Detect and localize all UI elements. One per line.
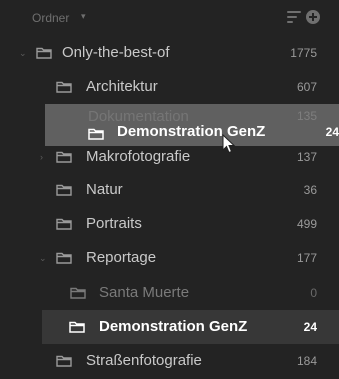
- folder-icon: [56, 355, 72, 367]
- folder-icon: [56, 184, 72, 196]
- tree-row-count: 36: [303, 183, 317, 197]
- tree-row-count: 499: [296, 217, 317, 231]
- drag-ghost-count: 24: [325, 125, 339, 139]
- sort-icon[interactable]: [287, 11, 301, 23]
- tree-row-label: Makrofotografie: [86, 148, 191, 165]
- folder-panel: Ordner ▾ ⌄ Only-the-best-of 1775 Archite…: [0, 0, 339, 379]
- tree-row-count: 177: [296, 251, 317, 265]
- tree-row-natur[interactable]: Natur 36: [0, 173, 339, 207]
- tree-row-label: Natur: [86, 181, 123, 198]
- folder-icon: [56, 218, 72, 230]
- tree-row-label: Demonstration GenZ: [99, 318, 248, 335]
- panel-title[interactable]: Ordner: [32, 11, 69, 25]
- folder-icon: [56, 151, 72, 163]
- chevron-down-icon[interactable]: ▾: [81, 11, 86, 22]
- tree-row-demonstration-genz[interactable]: Demonstration GenZ 24: [42, 310, 339, 344]
- tree-row-count: 184: [296, 354, 317, 368]
- drag-ghost-demonstration-genz[interactable]: Demonstration GenZ 24: [70, 118, 339, 148]
- tree-row-strassenfotografie[interactable]: Straßenfotografie 184: [0, 344, 339, 378]
- tree-row-count: 607: [296, 80, 317, 94]
- tree-row-count: 0: [310, 286, 317, 300]
- chevron-down-icon[interactable]: ⌄: [39, 253, 47, 264]
- tree-row-count: 24: [303, 320, 317, 334]
- panel-header: Ordner ▾: [0, 0, 339, 36]
- tree-row-architektur[interactable]: Architektur 607: [0, 70, 339, 104]
- tree-row-count: 1775: [290, 46, 317, 60]
- tree-row-santa-muerte[interactable]: Santa Muerte 0: [0, 276, 339, 310]
- tree-row-label: Reportage: [86, 249, 157, 266]
- tree-row-label: Architektur: [86, 78, 158, 95]
- folder-icon: [56, 81, 72, 93]
- chevron-right-icon[interactable]: ›: [40, 152, 43, 162]
- tree-row-reportage[interactable]: ⌄ Reportage 177: [0, 241, 339, 275]
- drag-ghost-label: Demonstration GenZ: [117, 123, 266, 140]
- add-folder-icon[interactable]: [306, 10, 320, 24]
- tree-row-count: 137: [296, 150, 317, 164]
- tree-row-label: Santa Muerte: [99, 284, 190, 301]
- chevron-down-icon[interactable]: ⌄: [19, 48, 27, 59]
- folder-icon: [36, 47, 52, 59]
- mouse-cursor-icon: [222, 134, 236, 154]
- tree-row-only-the-best-of[interactable]: ⌄ Only-the-best-of 1775: [0, 36, 339, 70]
- folder-icon: [69, 321, 85, 333]
- tree-row-label: Straßenfotografie: [86, 352, 202, 369]
- folder-icon: [70, 287, 86, 299]
- tree-row-label: Portraits: [86, 215, 142, 232]
- folder-icon: [56, 252, 72, 264]
- tree-row-label: Only-the-best-of: [62, 44, 170, 61]
- folder-icon: [88, 128, 104, 140]
- tree-row-portraits[interactable]: Portraits 499: [0, 207, 339, 241]
